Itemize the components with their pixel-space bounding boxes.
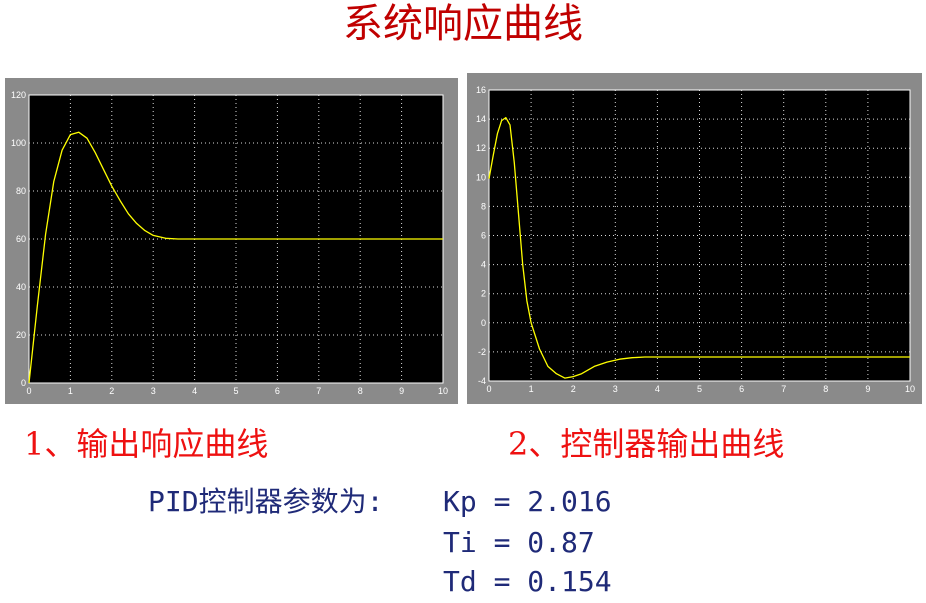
x-tick-label: 2 [571,384,576,394]
controller-output-caption: 2、控制器输出曲线 [508,425,785,463]
x-tick-label: 1 [529,384,534,394]
y-tick-label: 0 [21,378,26,388]
page-title: 系统响应曲线 [343,1,583,47]
y-tick-label: 16 [476,85,486,95]
x-tick-label: 9 [399,386,404,396]
y-tick-label: 100 [11,138,26,148]
x-tick-label: 4 [192,386,197,396]
x-tick-label: 0 [26,386,31,396]
x-tick-label: 7 [781,384,786,394]
y-tick-label: 12 [476,143,486,153]
x-tick-label: 8 [358,386,363,396]
controller-output-chart: 0 1 2 3 4 5 6 7 8 9 10-4-20246810121416 [476,85,915,394]
x-tick-label: 6 [275,386,280,396]
y-tick-label: 10 [476,172,486,182]
x-tick-label: 0 [486,384,491,394]
y-tick-label: 14 [476,114,486,124]
x-tick-label: 9 [865,384,870,394]
output-response-caption: 1、输出响应曲线 [24,425,269,463]
y-tick-label: -2 [478,347,486,357]
x-tick-label: 1 [68,386,73,396]
y-tick-label: 60 [16,234,26,244]
param-ti: Ti = 0.87 [443,526,595,559]
y-tick-label: 0 [481,318,486,328]
y-tick-label: 120 [11,90,26,100]
output-response-chart-frame: 0 1 2 3 4 5 6 7 8 9 10 0 20 40 60 80 100 120 [5,78,458,404]
y-tick-label: 4 [481,260,486,270]
x-tick-label: 10 [438,386,448,396]
x-tick-label: 3 [151,386,156,396]
x-tick-label: 6 [739,384,744,394]
y-tick-label: 40 [16,282,26,292]
x-tick-label: 2 [109,386,114,396]
y-tick-label: 80 [16,186,26,196]
y-tick-label: 20 [16,330,26,340]
y-tick-label: 2 [481,289,486,299]
controller-output-chart-frame: 0 1 2 3 4 5 6 7 8 9 10 -4 -2 0 2 4 6 8 10 12 14 16 [467,73,922,404]
y-tick-label: 8 [481,201,486,211]
x-tick-label: 7 [316,386,321,396]
param-kp: Kp = 2.016 [443,485,612,518]
x-tick-label: 3 [613,384,618,394]
param-td: Td = 0.154 [443,565,612,598]
pid-params-label: PID控制器参数为: [148,485,384,518]
x-tick-label: 4 [655,384,660,394]
y-tick-label: -4 [478,376,486,386]
y-tick-label: 6 [481,231,486,241]
x-tick-label: 5 [233,386,238,396]
plot-area [489,90,910,381]
x-tick-label: 10 [905,384,915,394]
x-tick-label: 8 [823,384,828,394]
output-response-chart: 0 1 2 3 4 5 6 7 8 9 10020406080100120 [11,90,448,396]
x-tick-label: 5 [697,384,702,394]
